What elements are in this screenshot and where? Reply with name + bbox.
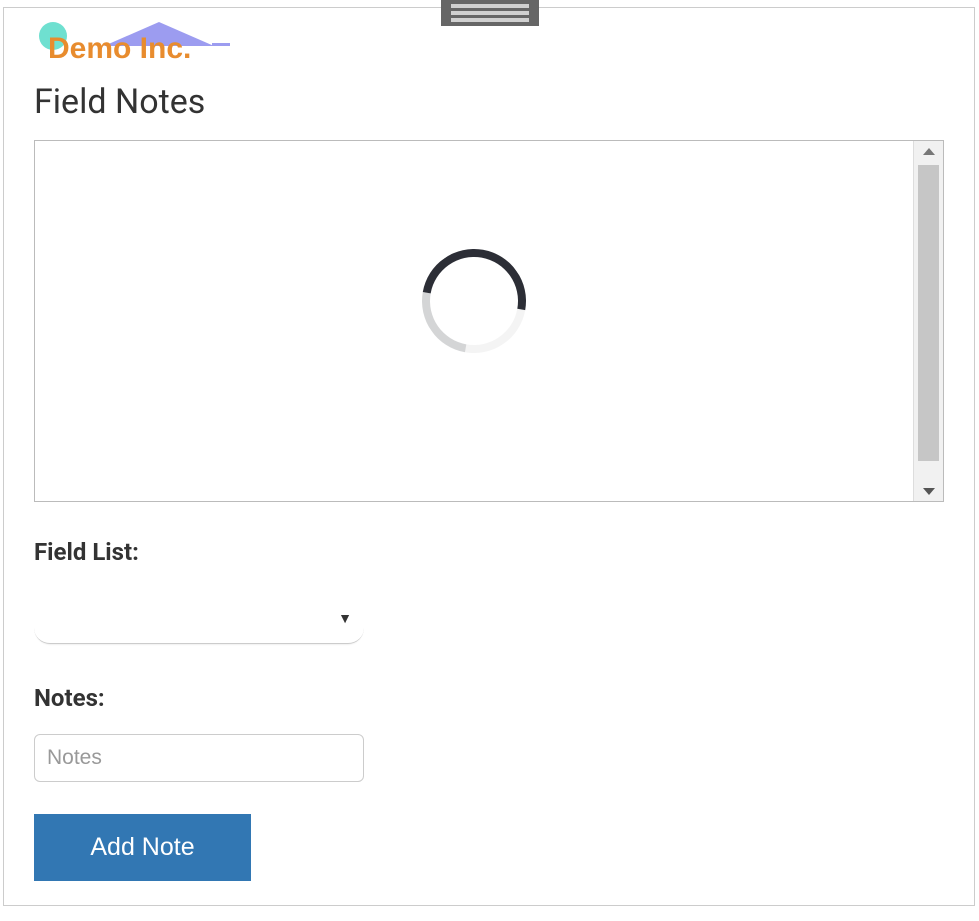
- company-logo: Demo Inc.: [34, 20, 234, 70]
- drag-handle[interactable]: [441, 0, 539, 26]
- drag-handle-line: [451, 4, 529, 8]
- page-title: Field Notes: [34, 82, 944, 122]
- add-note-button[interactable]: Add Note: [34, 814, 251, 881]
- notes-input[interactable]: [34, 734, 364, 782]
- app-frame: Demo Inc. Field Notes Field List: ▼ Note…: [3, 7, 975, 906]
- scroll-down-arrow-icon[interactable]: [914, 481, 943, 501]
- scrollbar[interactable]: [913, 141, 943, 501]
- notes-label: Notes:: [34, 684, 944, 712]
- notes-display-panel: [34, 140, 944, 502]
- field-list-select[interactable]: ▼: [34, 588, 364, 644]
- scroll-up-arrow-icon[interactable]: [914, 141, 943, 161]
- field-list-select-area[interactable]: [34, 588, 364, 644]
- scroll-track[interactable]: [914, 161, 943, 481]
- field-list-label: Field List:: [34, 538, 944, 566]
- drag-handle-line: [451, 11, 529, 15]
- logo-line-icon: [212, 43, 230, 46]
- loading-spinner-icon: [402, 229, 547, 374]
- logo-text: Demo Inc.: [48, 32, 191, 66]
- notes-content-area: [35, 141, 913, 501]
- scroll-thumb[interactable]: [918, 165, 939, 461]
- drag-handle-line: [451, 18, 529, 22]
